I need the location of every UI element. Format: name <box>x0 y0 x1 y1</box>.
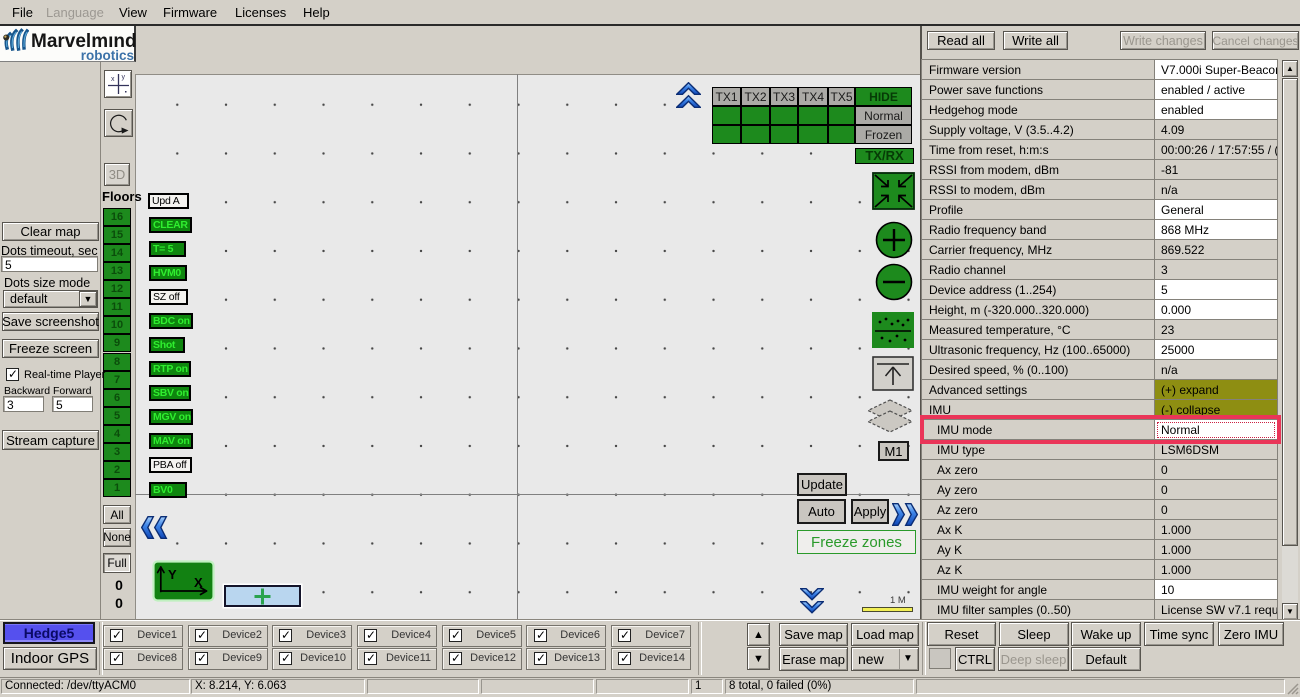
svg-text:y: y <box>122 74 126 81</box>
svg-text:x: x <box>111 76 115 83</box>
svg-text:X: X <box>194 575 203 590</box>
svg-text:Y: Y <box>168 567 177 582</box>
